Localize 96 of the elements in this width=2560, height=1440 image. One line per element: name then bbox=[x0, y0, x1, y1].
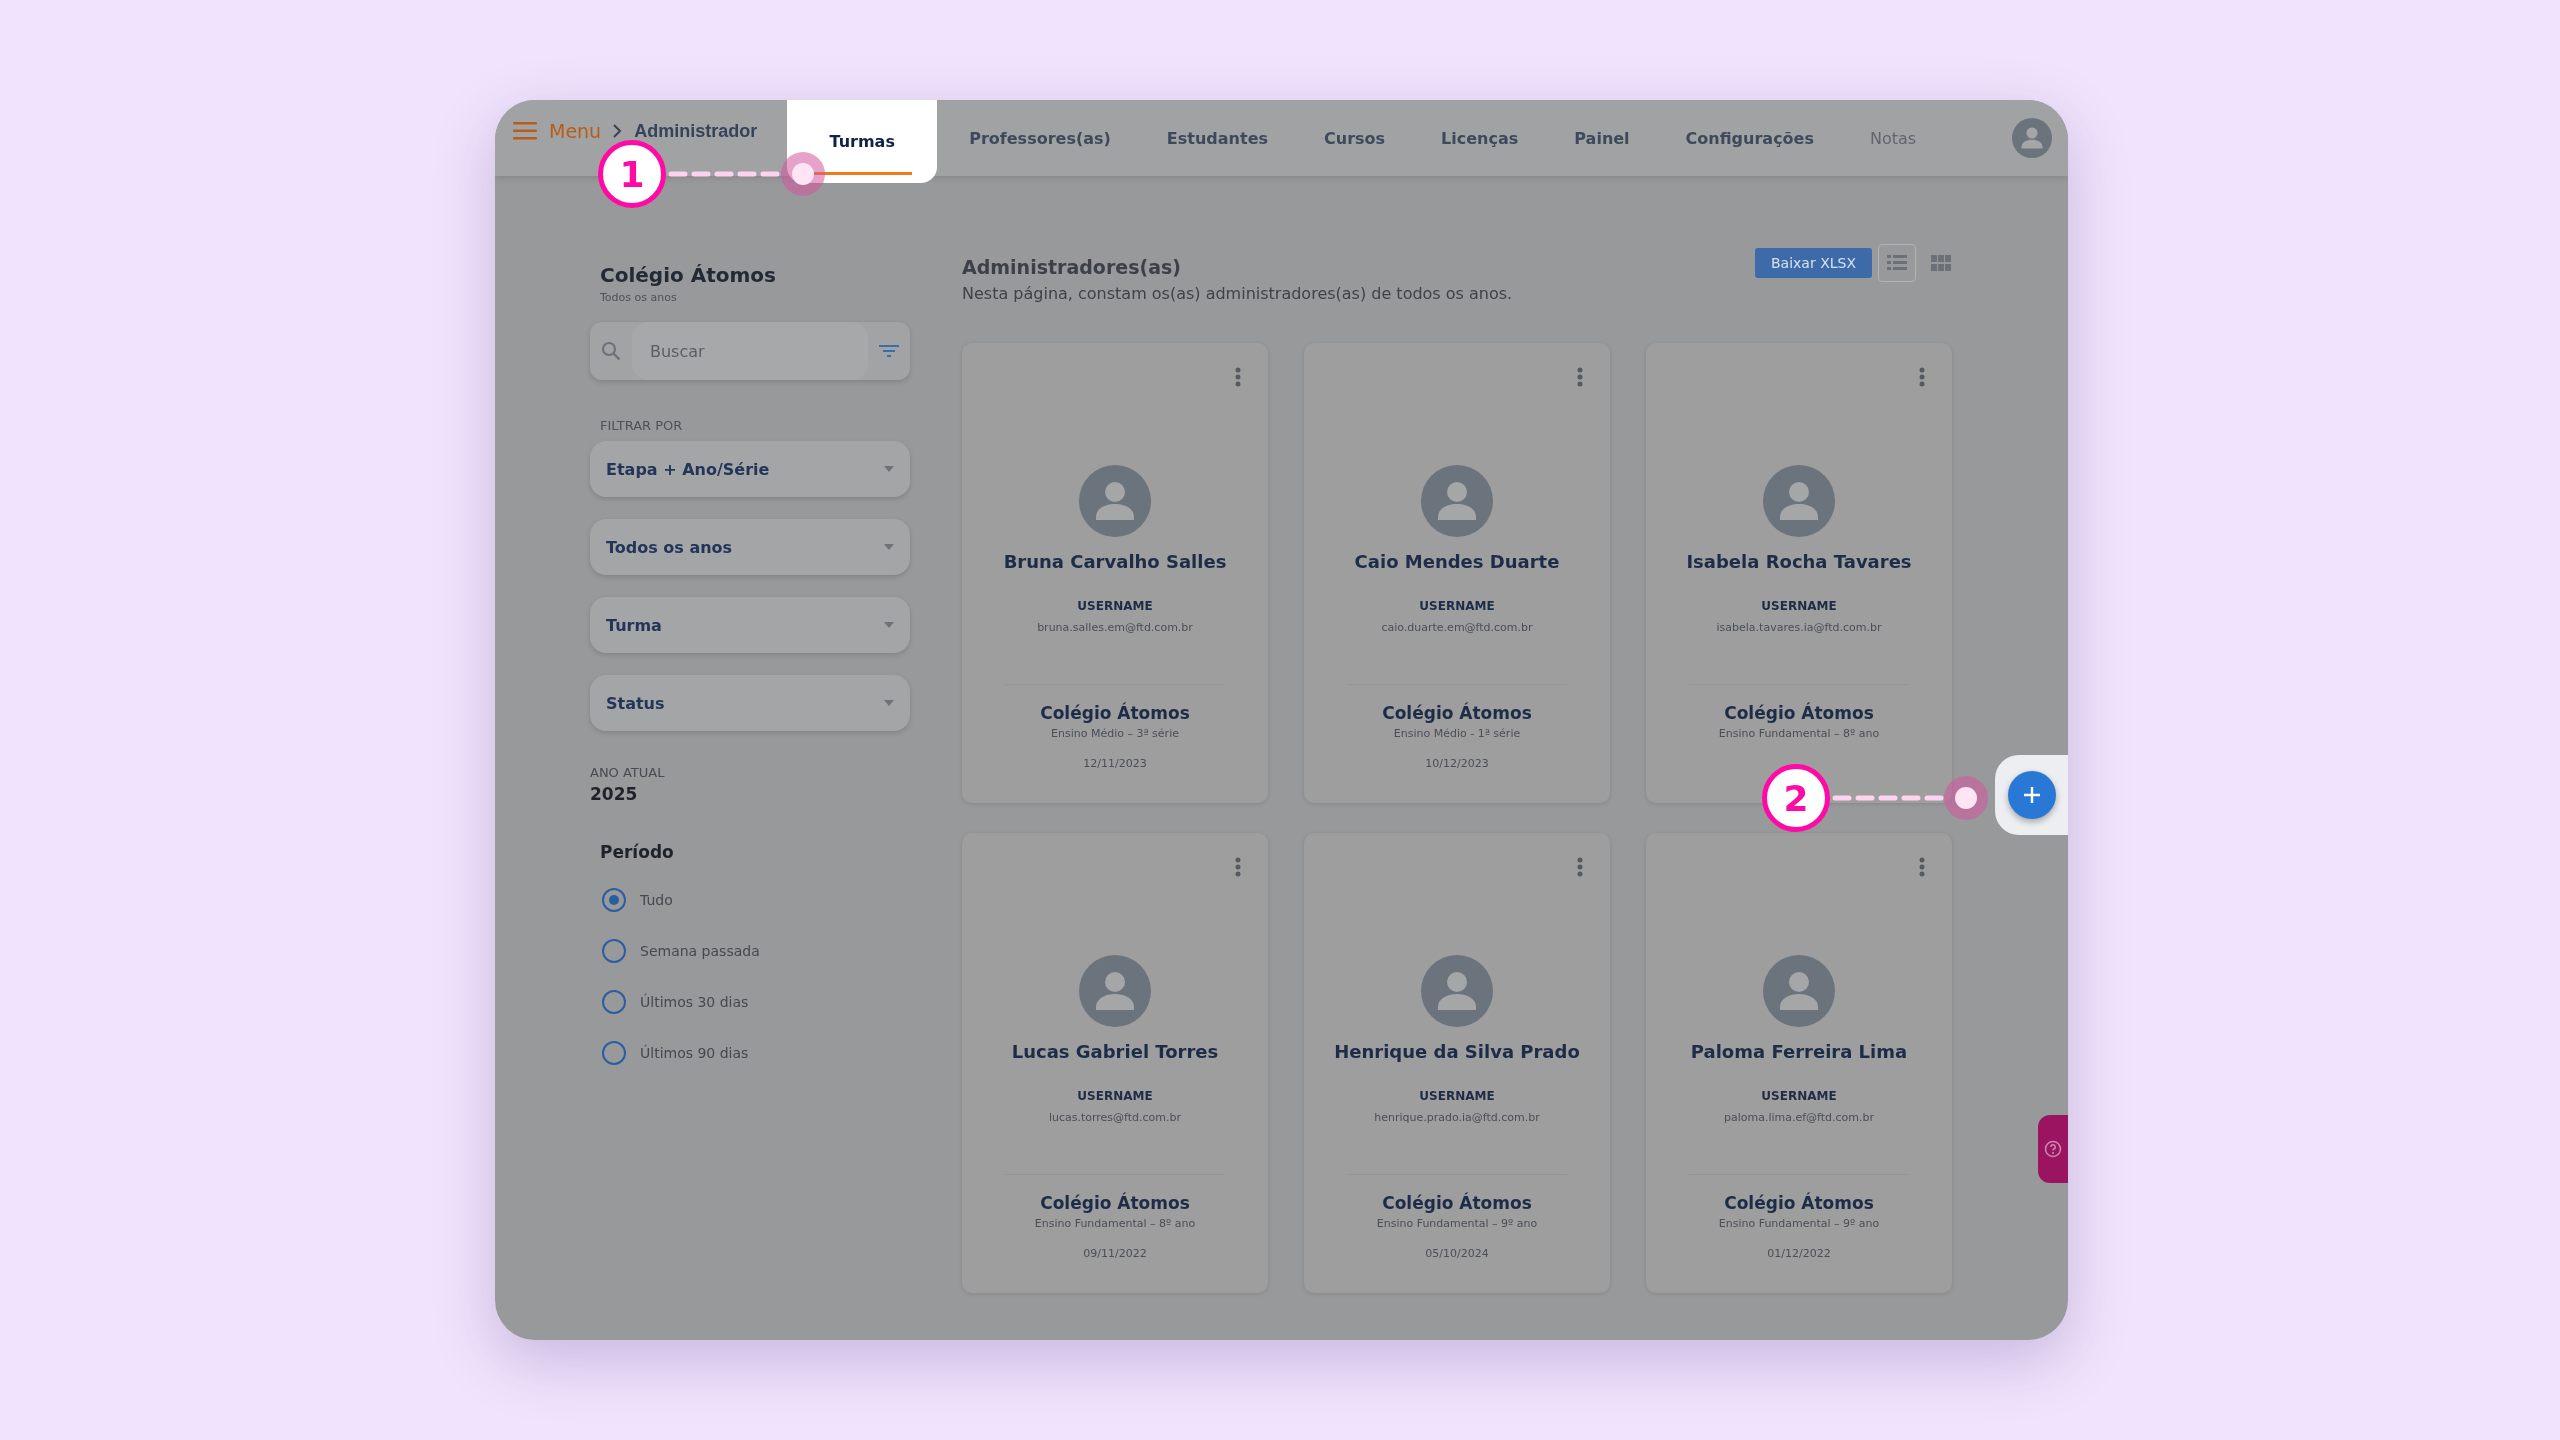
person-name: Bruna Carvalho Salles bbox=[1003, 551, 1227, 572]
date-text: 05/10/2024 bbox=[1425, 1247, 1489, 1260]
avatar-icon bbox=[1421, 955, 1493, 1027]
nav-tab[interactable]: Licenças bbox=[1421, 100, 1539, 176]
plus-icon bbox=[2022, 786, 2041, 804]
school-subtitle: Todos os anos bbox=[600, 291, 678, 304]
nav-tab[interactable]: Painel bbox=[1554, 100, 1650, 176]
filter-label: FILTRAR POR bbox=[600, 418, 684, 433]
grade-text: Ensino Médio - 1ª série bbox=[1393, 727, 1521, 740]
radio-button[interactable] bbox=[602, 989, 626, 1014]
date-text: 09/11/2022 bbox=[1083, 1247, 1147, 1260]
radio-button[interactable] bbox=[602, 887, 626, 912]
radio-label: Semana passada bbox=[640, 942, 760, 959]
email-text: lucas.torres@ftd.com.br bbox=[1048, 1111, 1182, 1124]
current-year: 2025 bbox=[590, 784, 639, 804]
nav-tab[interactable]: Estudantes bbox=[1146, 100, 1288, 176]
person-name: Caio Mendes Duarte bbox=[1354, 551, 1560, 572]
username-label: USERNAME bbox=[1761, 1089, 1837, 1103]
nav-tab[interactable]: Turmas bbox=[787, 100, 938, 183]
avatar-icon bbox=[1079, 955, 1151, 1027]
avatar-icon bbox=[1763, 465, 1835, 537]
dropdown-caret-icon bbox=[884, 466, 894, 472]
chevron-right-icon bbox=[613, 124, 623, 138]
grade-text: Ensino Fundamental – 8º ano bbox=[1718, 727, 1880, 740]
search-field[interactable]: Buscar bbox=[632, 322, 868, 380]
year-label: ANO ATUAL bbox=[590, 765, 666, 780]
more-options-icon[interactable] bbox=[1235, 367, 1241, 387]
grade-text: Ensino Fundamental – 9º ano bbox=[1376, 1217, 1538, 1230]
username-label: USERNAME bbox=[1077, 599, 1153, 613]
menu-icon[interactable] bbox=[513, 122, 537, 140]
filter-dropdown[interactable]: Turma bbox=[590, 597, 910, 653]
school-name: Colégio Átomos bbox=[1724, 1193, 1874, 1213]
filter-dropdown[interactable]: Etapa + Ano/Série bbox=[590, 441, 910, 497]
nav-tab[interactable]: Cursos bbox=[1304, 100, 1406, 176]
school-name: Colégio Átomos bbox=[1040, 1193, 1190, 1213]
date-text: 12/11/2023 bbox=[1083, 757, 1147, 770]
radio-button[interactable] bbox=[602, 938, 626, 963]
grid-icon bbox=[1931, 255, 1951, 271]
download-button[interactable]: Baixar XLSX bbox=[1755, 248, 1872, 278]
search-icon bbox=[601, 341, 621, 361]
page-description: Nesta página, constam os(as) administradores(as) de todos os anos. bbox=[962, 284, 1513, 303]
username-label: USERNAME bbox=[1761, 599, 1837, 613]
list-icon bbox=[1887, 255, 1907, 271]
grade-text: Ensino Médio – 3ª série bbox=[1051, 727, 1179, 740]
dropdown-caret-icon bbox=[884, 700, 894, 706]
list-view-button[interactable] bbox=[1878, 244, 1916, 282]
person-name: Paloma Ferreira Lima bbox=[1690, 1041, 1908, 1062]
avatar-icon bbox=[1763, 955, 1835, 1027]
avatar-icon bbox=[1421, 465, 1493, 537]
more-options-icon[interactable] bbox=[1577, 367, 1583, 387]
filter-dropdown[interactable]: Todos os anos bbox=[590, 519, 910, 575]
username-label: USERNAME bbox=[1419, 1089, 1495, 1103]
date-text: 01/12/2022 bbox=[1767, 1247, 1831, 1260]
email-text: caio.duarte.em@ftd.com.br bbox=[1381, 621, 1533, 634]
radio-label: Últimos 90 dias bbox=[640, 1044, 749, 1061]
email-text: isabela.tavares.ia@ftd.com.br bbox=[1716, 621, 1882, 634]
more-options-icon[interactable] bbox=[1919, 367, 1925, 387]
email-text: bruna.salles.em@ftd.com.br bbox=[1037, 621, 1193, 634]
filter-icon[interactable] bbox=[879, 344, 899, 358]
school-name: Colégio Átomos bbox=[1724, 703, 1874, 723]
school-name: Colégio Átomos bbox=[1382, 703, 1532, 723]
email-text: paloma.lima.ef@ftd.com.br bbox=[1723, 1111, 1875, 1124]
school-name: Colégio Átomos bbox=[1382, 1193, 1532, 1213]
more-options-icon[interactable] bbox=[1577, 857, 1583, 877]
breadcrumb[interactable]: Administrador bbox=[634, 120, 758, 142]
target-dot-icon bbox=[1944, 776, 1988, 820]
page-title: Administradores(as) bbox=[962, 256, 1182, 278]
period-title: Período bbox=[600, 842, 675, 862]
dropdown-caret-icon bbox=[884, 622, 894, 628]
nav-tab[interactable]: Configurações bbox=[1665, 100, 1834, 176]
help-icon bbox=[2044, 1140, 2062, 1158]
grade-text: Ensino Fundamental – 9º ano bbox=[1718, 1217, 1880, 1230]
help-button[interactable] bbox=[2038, 1115, 2068, 1183]
target-dot-icon bbox=[781, 152, 825, 196]
filter-dropdown[interactable]: Status bbox=[590, 675, 910, 731]
username-label: USERNAME bbox=[1419, 599, 1495, 613]
person-name: Isabela Rocha Tavares bbox=[1686, 551, 1912, 572]
nav-tab[interactable]: Professores(as) bbox=[949, 100, 1131, 176]
username-label: USERNAME bbox=[1077, 1089, 1153, 1103]
grade-text: Ensino Fundamental – 8º ano bbox=[1034, 1217, 1196, 1230]
date-text: 10/12/2023 bbox=[1425, 757, 1489, 770]
school-name: Colégio Átomos bbox=[600, 263, 777, 287]
radio-button[interactable] bbox=[602, 1040, 626, 1065]
person-name: Henrique da Silva Prado bbox=[1334, 1041, 1580, 1062]
dropdown-caret-icon bbox=[884, 544, 894, 550]
radio-label: Tudo bbox=[640, 891, 673, 908]
user-avatar-icon[interactable] bbox=[2012, 118, 2052, 158]
radio-label: Últimos 30 dias bbox=[640, 993, 749, 1010]
person-name: Lucas Gabriel Torres bbox=[1011, 1041, 1219, 1062]
add-button[interactable] bbox=[2007, 771, 2056, 819]
school-name: Colégio Átomos bbox=[1040, 703, 1190, 723]
email-text: henrique.prado.ia@ftd.com.br bbox=[1374, 1111, 1540, 1124]
more-options-icon[interactable] bbox=[1235, 857, 1241, 877]
more-options-icon[interactable] bbox=[1919, 857, 1925, 877]
menu-link[interactable]: Menu bbox=[549, 120, 602, 142]
avatar-icon bbox=[1079, 465, 1151, 537]
